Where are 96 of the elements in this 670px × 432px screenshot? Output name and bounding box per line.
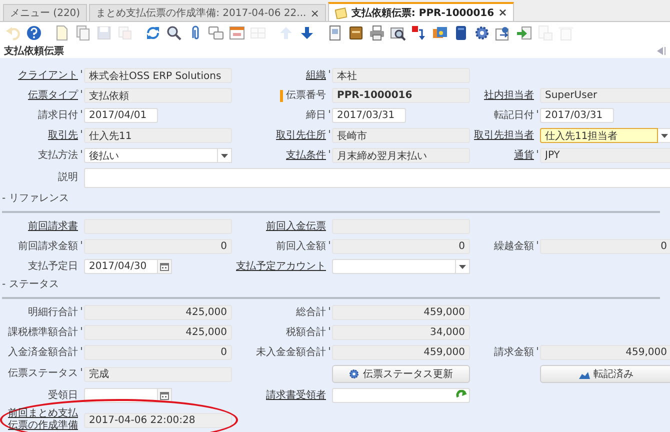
field-label: 課税標準額合計: [8, 326, 82, 338]
text-field[interactable]: 完成: [84, 366, 232, 382]
field-link[interactable]: 請求書受領者: [266, 390, 330, 402]
dropdown-field[interactable]: 仕入先11担当者: [540, 128, 658, 143]
field-link[interactable]: 通貨: [514, 150, 538, 162]
field-label: 伝票ステータス: [8, 368, 82, 380]
action-button[interactable]: 転記済み: [540, 365, 670, 383]
section-header[interactable]: - リファレンス: [2, 193, 69, 204]
text-field[interactable]: 459,000: [332, 305, 470, 320]
field-label: 税額合計: [286, 326, 330, 338]
chat-icon[interactable]: [207, 24, 225, 42]
text-field[interactable]: 0: [540, 239, 670, 254]
text-field[interactable]: 459,000: [540, 345, 670, 360]
tab[interactable]: 支払依頼伝票: PPR-1000016 ×: [328, 2, 514, 21]
text-field[interactable]: 支払依頼: [84, 88, 232, 103]
field-link[interactable]: 前回請求書: [28, 220, 82, 232]
text-field[interactable]: 0: [332, 239, 470, 254]
text-field[interactable]: 長崎市: [332, 128, 470, 143]
printer-icon[interactable]: [368, 24, 386, 42]
text-field[interactable]: 425,000: [84, 305, 232, 320]
field-label: 繰越金額: [494, 240, 538, 252]
dropdown-field[interactable]: 後払い: [84, 148, 218, 163]
section-header[interactable]: - ステータス: [2, 279, 59, 290]
field-label: 入金済金額合計: [8, 346, 82, 358]
lookup-field[interactable]: [332, 388, 470, 403]
text-field[interactable]: 425,000: [84, 325, 232, 340]
text-field[interactable]: 本社: [332, 68, 470, 83]
text-field[interactable]: 株式会社OSS ERP Solutions: [84, 68, 232, 83]
text-field[interactable]: 34,000: [332, 325, 470, 340]
dropdown-button[interactable]: [218, 148, 232, 163]
action-button[interactable]: 伝票ステータス更新: [332, 365, 470, 383]
field-label: 明細行合計: [28, 306, 82, 318]
calendar-icon: [160, 391, 169, 400]
note-icon: [335, 6, 348, 18]
field-label: 請求金額: [494, 346, 538, 358]
calendar-icon: [160, 262, 169, 271]
field-link[interactable]: 社内担当者: [484, 90, 538, 102]
tab[interactable]: メニュー (220): [3, 4, 88, 21]
dropdown-button[interactable]: [456, 259, 470, 274]
field-label: 総合計: [296, 306, 330, 318]
request-icon[interactable]: [410, 24, 428, 42]
box-icon[interactable]: [347, 24, 365, 42]
help-icon[interactable]: [25, 24, 43, 42]
field-label: 受領日: [48, 390, 79, 402]
field-label: 説明: [58, 172, 79, 184]
caret-icon: [459, 264, 466, 268]
field-link[interactable]: 組織: [306, 70, 330, 82]
field-link[interactable]: 取引先: [48, 130, 82, 142]
text-field[interactable]: PPR-1000016: [332, 88, 470, 103]
date-field[interactable]: 2017/04/30: [84, 259, 158, 274]
field-label: 支払予定日: [28, 260, 79, 272]
field-link[interactable]: 支払予定アカウント: [236, 260, 330, 272]
text-field[interactable]: 仕入先11: [84, 128, 232, 143]
tab[interactable]: まとめ支払伝票の作成準備: 2017-04-06 22... ×: [89, 4, 326, 21]
text-field[interactable]: SuperUser: [540, 88, 670, 103]
date-field[interactable]: [84, 388, 158, 403]
field-label: 支払方法: [38, 150, 82, 162]
dropdown-field[interactable]: [332, 259, 456, 274]
field-label: 未入金金額合計: [256, 346, 330, 358]
field-label: 前回請求金額: [18, 240, 82, 252]
field-link[interactable]: クライアント: [18, 70, 82, 82]
description-field[interactable]: [84, 168, 670, 188]
text-field[interactable]: 459,000: [332, 345, 470, 360]
collapse-icon[interactable]: [657, 46, 666, 54]
field-link[interactable]: 前回入金伝票: [266, 220, 330, 232]
date-field[interactable]: 2017/03/31: [332, 108, 406, 123]
date-field[interactable]: 2017/04/01: [84, 108, 158, 123]
copy-icon[interactable]: [74, 24, 92, 42]
chart-icon: [578, 370, 590, 378]
import-icon[interactable]: [515, 24, 533, 42]
field-label: 締日: [306, 110, 330, 122]
field-label: 転記日付: [494, 110, 538, 122]
field-link[interactable]: 前回まとめ支払伝票の作成準備: [8, 408, 82, 432]
search-icon[interactable]: [165, 24, 183, 42]
settings-icon: [349, 369, 359, 379]
text-field[interactable]: 2017-04-06 22:00:28: [84, 412, 232, 428]
close-icon[interactable]: ×: [498, 6, 508, 19]
field-label: 請求日付: [38, 110, 82, 122]
settings-icon[interactable]: [473, 24, 491, 42]
calendar-button[interactable]: [158, 388, 172, 403]
dropdown-button[interactable]: [658, 128, 670, 143]
caret-icon: [661, 134, 668, 138]
date-field[interactable]: 2017/03/31: [540, 108, 614, 123]
field-link[interactable]: 支払条件: [286, 150, 330, 162]
caret-icon: [221, 154, 228, 158]
calendar-button[interactable]: [158, 259, 172, 274]
text-field[interactable]: 0: [84, 345, 232, 360]
window-icon[interactable]: [228, 24, 246, 42]
field-link[interactable]: 取引先住所: [276, 130, 330, 142]
field-link[interactable]: 伝票タイプ: [28, 90, 82, 102]
close-icon[interactable]: ×: [310, 6, 320, 20]
text-field[interactable]: 月末締め翌月末払い: [332, 148, 470, 163]
field-label: 前回入金額: [276, 240, 330, 252]
field-link[interactable]: 取引先担当者: [474, 130, 538, 142]
window-title: 支払依頼伝票: [4, 44, 64, 58]
text-field[interactable]: 0: [84, 239, 232, 254]
